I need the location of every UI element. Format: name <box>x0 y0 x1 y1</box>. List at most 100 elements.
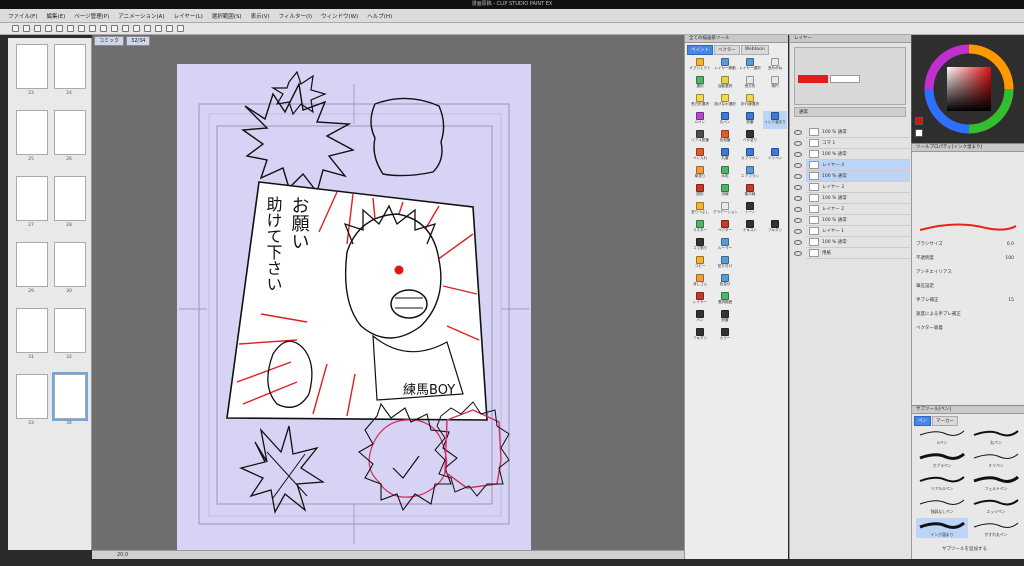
subtool-item[interactable]: 投げなわ選択 <box>713 93 737 111</box>
eye-icon[interactable] <box>794 174 802 179</box>
sub-color-swatch[interactable] <box>915 129 923 137</box>
brush-item[interactable]: カブラペン <box>916 449 968 469</box>
subtool-item[interactable]: 厚塗り <box>688 165 712 183</box>
brush-item[interactable]: インク溜まり <box>916 518 968 538</box>
brush-item[interactable]: ミリペン <box>970 449 1022 469</box>
layer-row[interactable]: コマ 1 <box>806 138 910 149</box>
doc-tab-comic[interactable]: コミック <box>94 36 125 46</box>
mirror-icon[interactable] <box>155 25 162 32</box>
subtool-item[interactable]: 鉛筆 <box>738 111 762 129</box>
page-thumbnail[interactable] <box>54 44 86 89</box>
subtool-item[interactable]: フキダシ <box>688 327 712 345</box>
layer-row[interactable]: レイヤー 4 <box>806 160 910 171</box>
subtool-item[interactable]: 丸ペン <box>713 111 737 129</box>
menu-item-6[interactable]: 表示(V) <box>251 12 270 20</box>
brush-item[interactable]: 強弱なしペン <box>916 495 968 515</box>
new-file-icon[interactable] <box>12 25 19 32</box>
eye-icon[interactable] <box>794 141 802 146</box>
select-all-icon[interactable] <box>100 25 107 32</box>
grid-icon[interactable] <box>122 25 129 32</box>
layer-row[interactable]: 用紙 <box>806 248 910 259</box>
subtool-item[interactable]: 丸筆 <box>713 147 737 165</box>
layer-row[interactable]: 100 % 通常 <box>806 149 910 160</box>
subtool-item[interactable]: 鉛筆 <box>713 309 737 327</box>
subtool-item[interactable]: カブラペン <box>738 147 762 165</box>
subtool-item[interactable]: 長方形 <box>738 75 762 93</box>
eye-icon[interactable] <box>794 218 802 223</box>
property-row[interactable]: 不透明度 100 <box>916 254 1020 264</box>
property-row[interactable]: 筆圧設定 <box>916 282 1020 292</box>
page-thumbnail[interactable] <box>16 110 48 155</box>
subtool-item[interactable]: オブジェクト <box>688 57 712 75</box>
subtool-item[interactable]: 虫めがね <box>763 57 787 75</box>
settings-icon[interactable] <box>133 25 140 32</box>
tab-vector[interactable]: ベクター <box>714 45 740 55</box>
subtool-item[interactable]: Gペン <box>688 111 712 129</box>
menu-item-1[interactable]: 編集(E) <box>46 12 65 20</box>
page-thumbnail[interactable] <box>52 372 88 421</box>
subtool-item[interactable]: 自動選択 <box>713 75 737 93</box>
undo-icon[interactable] <box>45 25 52 32</box>
page-thumbnail[interactable] <box>16 308 48 353</box>
subtool-item[interactable]: ミリペン <box>763 147 787 165</box>
redo-icon[interactable] <box>56 25 63 32</box>
page-thumbnail[interactable] <box>16 44 48 89</box>
brush-item[interactable]: リアルGペン <box>916 472 968 492</box>
eye-icon[interactable] <box>794 163 802 168</box>
fill-icon[interactable] <box>166 25 173 32</box>
menu-item-3[interactable]: アニメーション(A) <box>118 12 164 20</box>
page-thumbnail[interactable] <box>54 242 86 287</box>
layer-row[interactable]: 100 % 通常 <box>806 193 910 204</box>
page-thumbnail[interactable] <box>16 242 48 287</box>
brush-item[interactable]: 丸ペン <box>970 426 1022 446</box>
subtool-item[interactable]: 楕円 <box>763 75 787 93</box>
subtool-item[interactable]: 選択範囲 <box>713 291 737 309</box>
subtool-item[interactable]: レイヤー選択 <box>738 57 762 75</box>
tab-webtoon[interactable]: Webtoon <box>740 45 769 55</box>
eye-icon[interactable] <box>794 229 802 234</box>
layer-row[interactable]: 100 % 通常 <box>806 215 910 226</box>
subtool-item[interactable]: ベクター <box>713 219 737 237</box>
add-subtool-button[interactable]: サブツールを追加する <box>942 546 987 552</box>
layer-row[interactable]: 100 % 通常 <box>806 127 910 138</box>
menu-item-7[interactable]: フィルター(I) <box>279 12 312 20</box>
expand-icon[interactable] <box>177 25 184 32</box>
subtool-item[interactable]: 選択 <box>688 75 712 93</box>
eye-icon[interactable] <box>794 251 802 256</box>
layer-row[interactable]: 100 % 通常 <box>806 237 910 248</box>
eye-icon[interactable] <box>794 130 802 135</box>
subtool-item[interactable]: ベタ塗り <box>738 129 762 147</box>
subtool-item[interactable]: レイヤー <box>688 291 712 309</box>
subtool-item[interactable]: レイヤー移動 <box>713 57 737 75</box>
page-thumbnail[interactable] <box>54 110 86 155</box>
brush-item[interactable]: Gペン <box>916 426 968 446</box>
subtool-item[interactable]: 貼り付け <box>713 255 737 273</box>
property-row[interactable]: ブラシサイズ 6.0 <box>916 240 1020 250</box>
brush-item[interactable]: フェルトペン <box>970 472 1022 492</box>
subtool-item[interactable]: 色鉛筆 <box>713 129 737 147</box>
menu-item-2[interactable]: ページ管理(P) <box>74 12 109 20</box>
subtool-item[interactable]: 消しゴム <box>688 273 712 291</box>
main-color-swatch[interactable] <box>915 117 923 125</box>
page-thumbnail[interactable] <box>54 176 86 221</box>
ruler-icon[interactable] <box>89 25 96 32</box>
eye-icon[interactable] <box>794 196 802 201</box>
subtool-item[interactable]: ペン入れ <box>688 147 712 165</box>
menu-item-0[interactable]: ファイル(F) <box>8 12 37 20</box>
subtool-item[interactable]: グラデーション <box>713 201 737 219</box>
page-thumbnail[interactable] <box>16 176 48 221</box>
save-icon[interactable] <box>34 25 41 32</box>
subtool-item[interactable]: フキダシ <box>763 219 787 237</box>
sub-color-bar[interactable] <box>830 75 860 83</box>
subtool-item[interactable]: リアル鉛筆 <box>688 129 712 147</box>
blend-mode-select[interactable]: 通常 <box>794 107 906 117</box>
subtool-item[interactable]: ルーラー <box>713 237 737 255</box>
subtool-item[interactable]: 塗りつぶし <box>688 201 712 219</box>
page-thumbnail[interactable] <box>16 374 48 419</box>
subtool-item[interactable]: ラスター <box>688 219 712 237</box>
menu-item-5[interactable]: 選択範囲(S) <box>212 12 242 20</box>
menu-item-8[interactable]: ウィンドウ(W) <box>321 12 358 20</box>
deselect-icon[interactable] <box>111 25 118 32</box>
menu-item-9[interactable]: ヘルプ(H) <box>367 12 392 20</box>
property-value[interactable]: 6.0 <box>1007 240 1014 250</box>
